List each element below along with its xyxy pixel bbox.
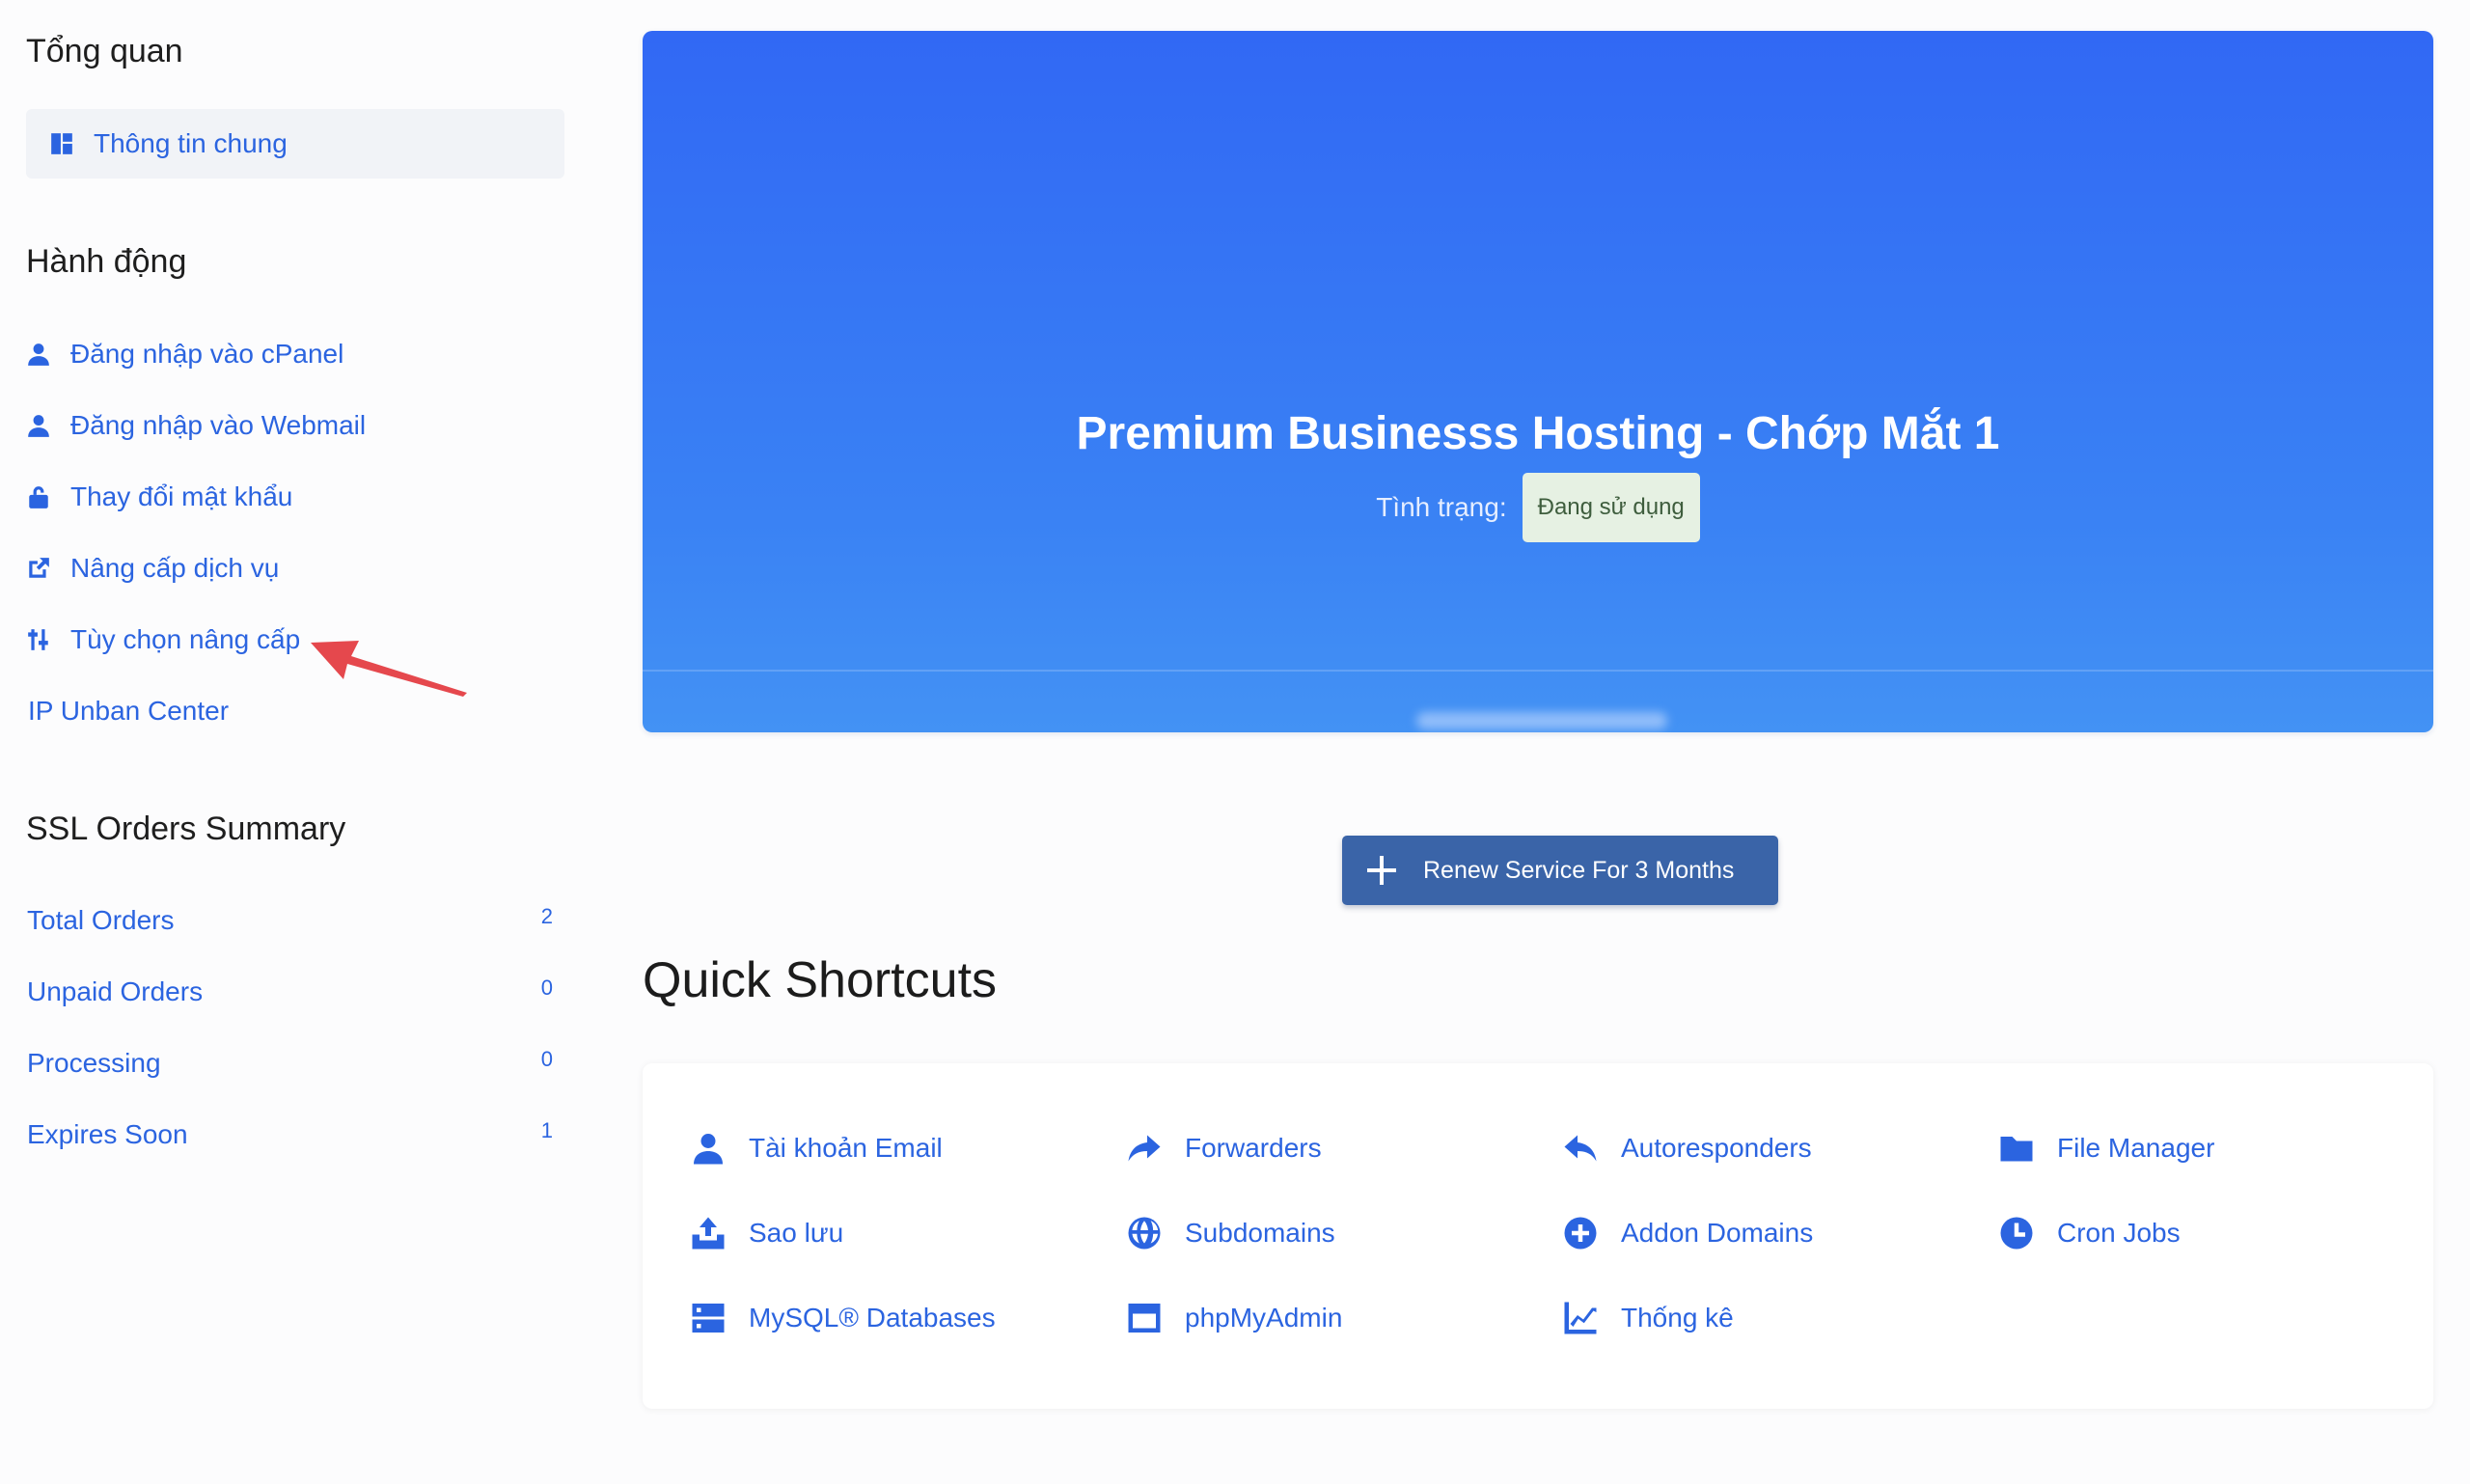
shortcut-email-accounts[interactable]: Tài khoản Email [691, 1127, 943, 1169]
status-badge: Đang sử dụng [1522, 473, 1700, 542]
clock-icon [1999, 1216, 2034, 1250]
window-icon [1127, 1301, 1162, 1335]
sidebar-item-label: Đăng nhập vào cPanel [70, 339, 344, 369]
quick-shortcuts-card: Tài khoản Email Forwarders Autoresponder… [643, 1063, 2433, 1409]
sidebar-item-ip-unban[interactable]: IP Unban Center [26, 692, 229, 730]
user-icon [691, 1131, 726, 1166]
ssl-row-processing[interactable]: Processing 0 [27, 1044, 553, 1083]
sidebar-item-label: Tùy chọn nâng cấp [70, 624, 301, 654]
external-link-icon [26, 556, 51, 581]
shortcut-cron-jobs[interactable]: Cron Jobs [1999, 1212, 2181, 1254]
plus-circle-icon [1563, 1216, 1598, 1250]
shortcut-file-manager[interactable]: File Manager [1999, 1127, 2214, 1169]
domain-link-blurred[interactable] [1387, 712, 1696, 731]
status-label: Tình trạng: [1376, 492, 1507, 522]
sidebar-item-label: Thông tin chung [94, 128, 288, 158]
globe-icon [1127, 1216, 1162, 1250]
shortcut-label: Forwarders [1185, 1133, 1322, 1163]
shortcut-addon-domains[interactable]: Addon Domains [1563, 1212, 1813, 1254]
sidebar-item-label: Thay đổi mật khẩu [70, 481, 293, 511]
sidebar-item-overview[interactable]: Thông tin chung [26, 109, 564, 179]
shortcut-label: MySQL® Databases [749, 1303, 996, 1333]
shortcut-statistics[interactable]: Thống kê [1563, 1297, 1734, 1339]
shortcut-label: File Manager [2057, 1133, 2215, 1163]
sidebar-item-upgrade-service[interactable]: Nâng cấp dịch vụ [26, 549, 279, 588]
renew-service-button[interactable]: Renew Service For 3 Months [1342, 836, 1778, 905]
shortcut-label: Autoresponders [1621, 1133, 1812, 1163]
service-title: Premium Businesss Hosting - Chớp Mắt 1 [1076, 408, 2000, 459]
quick-shortcuts-title: Quick Shortcuts [643, 952, 998, 1008]
ssl-count: 1 [540, 1118, 553, 1142]
sidebar-item-upgrade-options[interactable]: Tùy chọn nâng cấp [26, 620, 300, 659]
shortcut-label: Subdomains [1185, 1218, 1335, 1248]
shortcut-backup[interactable]: Sao lưu [691, 1212, 843, 1254]
sidebar-item-change-password[interactable]: Thay đổi mật khẩu [26, 478, 292, 516]
renew-button-label: Renew Service For 3 Months [1423, 856, 1735, 884]
sidebar-item-label: IP Unban Center [28, 696, 230, 726]
reply-icon [1563, 1131, 1598, 1166]
hero-divider [643, 670, 2433, 672]
shortcut-forwarders[interactable]: Forwarders [1127, 1127, 1322, 1169]
user-icon [26, 342, 51, 367]
shortcut-label: Addon Domains [1621, 1218, 1814, 1248]
shortcut-label: Sao lưu [749, 1218, 844, 1248]
ssl-count: 0 [540, 1047, 553, 1071]
upload-icon [691, 1216, 726, 1250]
database-icon [691, 1301, 726, 1335]
sidebar-item-label: Nâng cấp dịch vụ [70, 553, 280, 583]
ssl-label: Expires Soon [27, 1119, 188, 1149]
shortcut-mysql-databases[interactable]: MySQL® Databases [691, 1297, 996, 1339]
service-hero-card: Premium Businesss Hosting - Chớp Mắt 1 T… [643, 31, 2433, 732]
sliders-icon [26, 627, 51, 652]
ssl-row-expires-soon[interactable]: Expires Soon 1 [27, 1115, 553, 1154]
shortcut-subdomains[interactable]: Subdomains [1127, 1212, 1335, 1254]
shortcut-autoresponders[interactable]: Autoresponders [1563, 1127, 1812, 1169]
ssl-label: Unpaid Orders [27, 976, 204, 1006]
page: Tổng quan Thông tin chung Hành động Đăng… [0, 0, 2470, 1484]
shortcut-label: Tài khoản Email [749, 1133, 943, 1163]
ssl-row-total[interactable]: Total Orders 2 [27, 901, 553, 940]
user-icon [26, 413, 51, 438]
shortcut-label: phpMyAdmin [1185, 1303, 1343, 1333]
annotation-arrow-icon [311, 641, 467, 697]
ssl-row-unpaid[interactable]: Unpaid Orders 0 [27, 973, 553, 1011]
chart-line-icon [1563, 1301, 1598, 1335]
sidebar: Tổng quan Thông tin chung Hành động Đăng… [0, 0, 598, 1484]
ssl-count: 0 [540, 976, 553, 1000]
plus-icon [1367, 856, 1396, 885]
ssl-label: Total Orders [27, 905, 175, 935]
overview-heading: Tổng quan [26, 33, 183, 69]
actions-heading: Hành động [26, 243, 187, 280]
sidebar-item-login-webmail[interactable]: Đăng nhập vào Webmail [26, 406, 366, 445]
shortcut-phpmyadmin[interactable]: phpMyAdmin [1127, 1297, 1342, 1339]
dashboard-icon [49, 131, 74, 156]
service-status: Tình trạng: Đang sử dụng [643, 473, 2433, 542]
ssl-summary-heading: SSL Orders Summary [26, 811, 346, 847]
shortcut-label: Cron Jobs [2057, 1218, 2181, 1248]
share-arrow-icon [1127, 1131, 1162, 1166]
shortcut-label: Thống kê [1621, 1303, 1734, 1333]
sidebar-item-login-cpanel[interactable]: Đăng nhập vào cPanel [26, 335, 343, 373]
ssl-count: 2 [540, 904, 553, 928]
ssl-label: Processing [27, 1048, 161, 1078]
lock-icon [26, 484, 51, 509]
folder-icon [1999, 1131, 2034, 1166]
sidebar-item-label: Đăng nhập vào Webmail [70, 410, 367, 440]
